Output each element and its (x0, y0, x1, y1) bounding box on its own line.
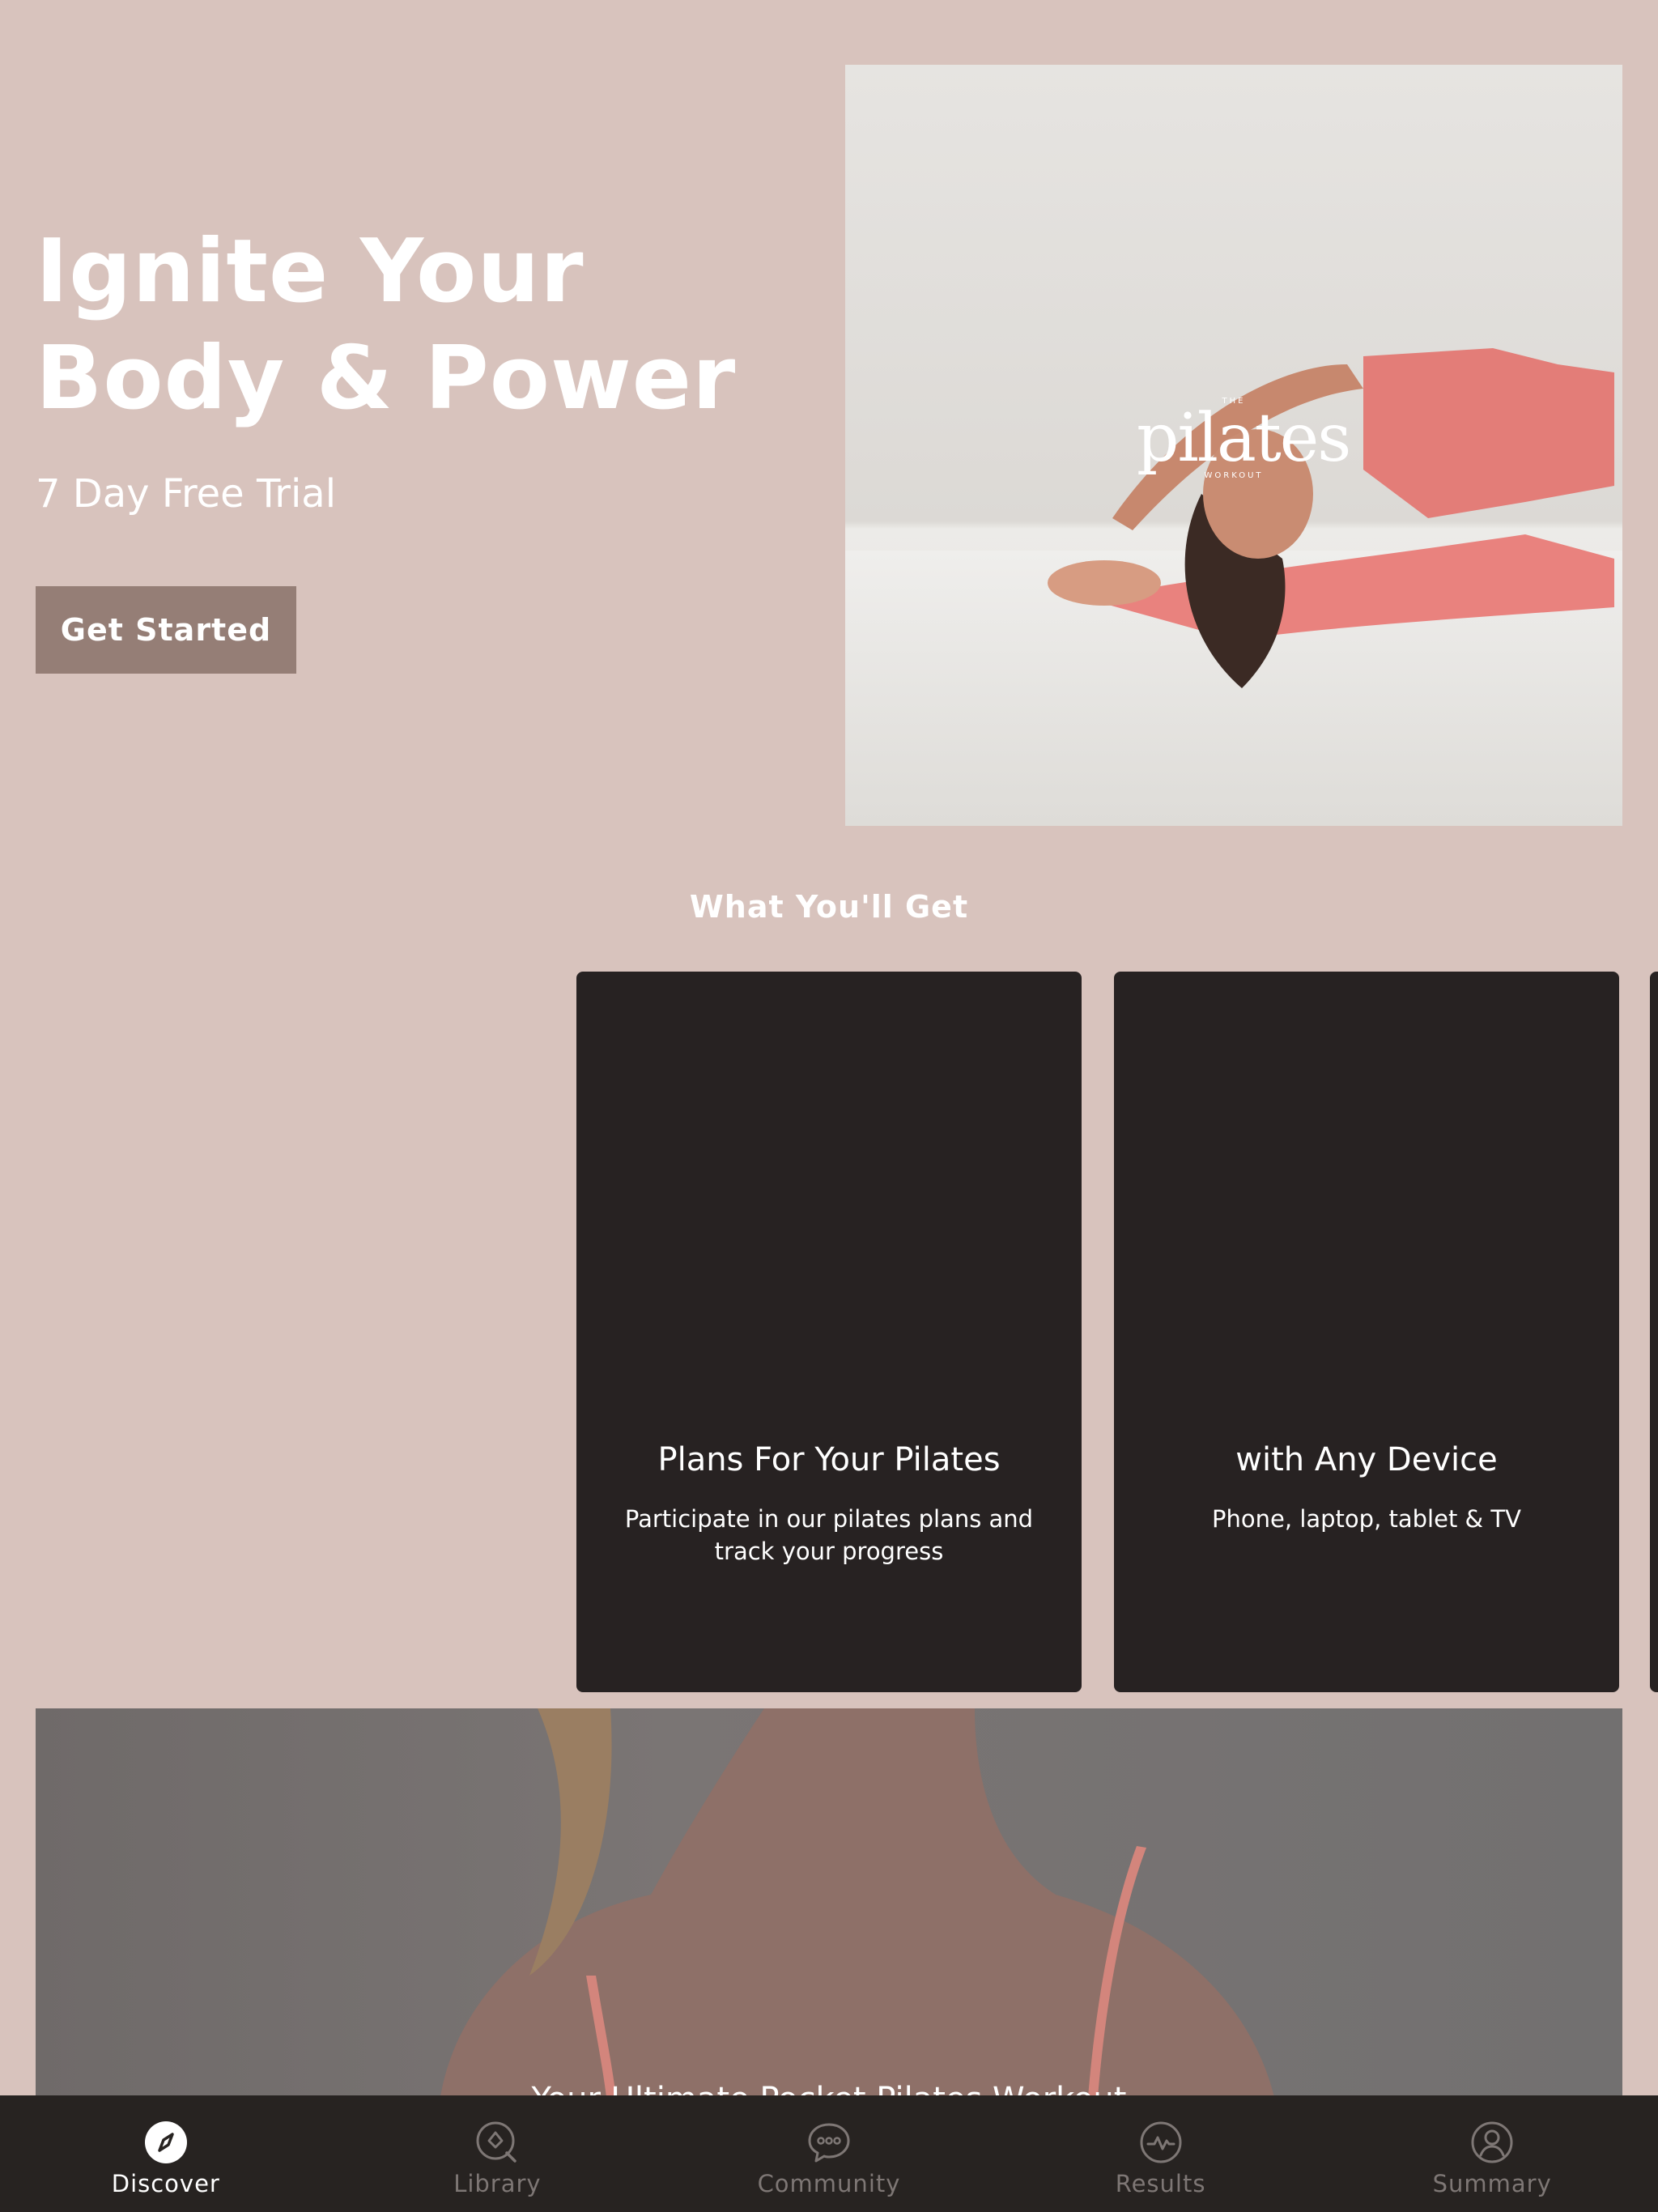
tab-label: Discover (111, 2170, 220, 2197)
activity-icon (1140, 2121, 1182, 2163)
user-circle-icon (1471, 2121, 1513, 2163)
feature-card-plans[interactable]: Plans For Your Pilates Participate in ou… (576, 972, 1082, 1692)
tab-summary[interactable]: Summary (1326, 2095, 1658, 2212)
hero-subtitle: 7 Day Free Trial (36, 471, 337, 517)
compass-icon (144, 2121, 187, 2163)
library-search-icon (476, 2121, 517, 2163)
feature-card-title: with Any Device (1235, 1441, 1498, 1478)
tab-discover[interactable]: Discover (0, 2095, 332, 2212)
tab-label: Community (757, 2170, 901, 2197)
tab-library[interactable]: Library (332, 2095, 664, 2212)
tab-label: Results (1115, 2170, 1206, 2197)
chat-bubble-icon (808, 2123, 850, 2163)
promo-banner[interactable]: Your Ultimate Pocket Pilates Workout (36, 1708, 1622, 2097)
banner-caption: Your Ultimate Pocket Pilates Workout (36, 2081, 1622, 2097)
section-title: What You'll Get (689, 889, 969, 925)
feature-card-devices[interactable]: with Any Device Phone, laptop, tablet & … (1114, 972, 1619, 1692)
tab-label: Summary (1432, 2170, 1552, 2197)
feature-card-description: Phone, laptop, tablet & TV (1212, 1505, 1521, 1533)
hero-image: THE pilates WORKOUT (845, 65, 1622, 826)
feature-card-description: Participate in our pilates plans and tra… (624, 1505, 1034, 1565)
pilates-logo: THE pilates WORKOUT (1137, 397, 1351, 481)
pilates-pose-illustration (1048, 348, 1614, 688)
hero-title: Ignite Your Body & Power (36, 221, 737, 429)
tab-label: Library (453, 2170, 542, 2197)
feature-card-title: Plans For Your Pilates (657, 1441, 1001, 1478)
get-started-button[interactable]: Get Started (36, 586, 296, 674)
logo-main-text: pilates (1137, 400, 1351, 477)
bottom-tab-bar: Discover Library Community Results Summa… (0, 2095, 1658, 2212)
tab-results[interactable]: Results (995, 2095, 1327, 2212)
feature-card-next[interactable] (1650, 972, 1658, 1692)
banner-portrait-illustration (440, 1708, 1274, 2097)
tab-community[interactable]: Community (663, 2095, 995, 2212)
